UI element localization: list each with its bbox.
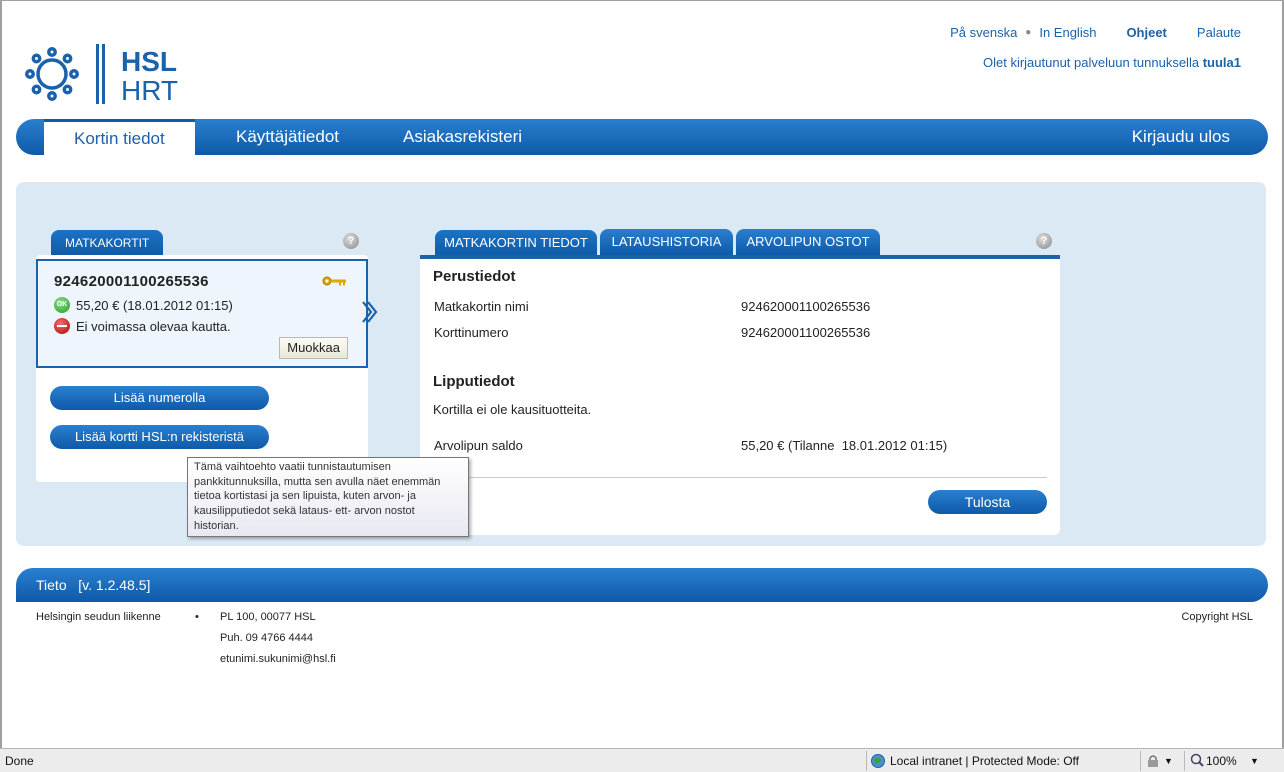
- login-text: Olet kirjautunut palveluun tunnuksella: [982, 55, 1200, 70]
- print-button[interactable]: Tulosta: [928, 490, 1047, 514]
- protected-mode-icon[interactable]: [1146, 754, 1160, 768]
- link-feedback[interactable]: Palaute: [1197, 25, 1241, 40]
- no-entry-icon: [54, 318, 70, 334]
- card-number: 924620001100265536: [54, 273, 209, 290]
- top-links: På svenska ● In English Ohjeet Palaute: [950, 25, 1241, 40]
- basic-info-heading: Perustiedot: [433, 268, 516, 285]
- card-balance-row: OK 55,20 € (18.01.2012 01:15): [54, 297, 233, 313]
- link-help[interactable]: Ohjeet: [1126, 25, 1166, 40]
- hsl-logo: HSL HRT: [20, 44, 190, 108]
- zoom-level[interactable]: 100%: [1206, 754, 1237, 768]
- edit-button[interactable]: Muokkaa: [279, 337, 348, 359]
- footer-copyright: Copyright HSL: [1181, 611, 1253, 623]
- card-number-value: 924620001100265536: [741, 325, 871, 340]
- status-separator: [866, 751, 867, 771]
- tab-load-history[interactable]: LATAUSHISTORIA: [600, 229, 733, 255]
- link-swedish[interactable]: På svenska: [950, 25, 1017, 40]
- footer-org: Helsingin seudun liikenne: [36, 611, 161, 623]
- nav-tab-card-info[interactable]: Kortin tiedot: [44, 119, 195, 155]
- tab-card-details[interactable]: MATKAKORTIN TIEDOT: [435, 230, 597, 257]
- card-name-label: Matkakortin nimi: [434, 299, 529, 314]
- add-by-number-button[interactable]: Lisää numerolla: [50, 386, 269, 410]
- ticket-info-heading: Lipputiedot: [433, 373, 515, 390]
- cards-tab[interactable]: MATKAKORTIT: [51, 230, 164, 256]
- nav-tab-user-info[interactable]: Käyttäjätiedot: [236, 119, 339, 155]
- no-season-text: Kortilla ei ole kausituotteita.: [433, 402, 592, 417]
- browser-status-bar: Done Local intranet | Protected Mode: Of…: [0, 748, 1284, 772]
- divider: [433, 477, 1047, 478]
- link-english[interactable]: In English: [1039, 25, 1096, 40]
- add-from-registry-button[interactable]: Lisää kortti HSL:n rekisteristä: [50, 425, 269, 449]
- intranet-globe-icon: [871, 754, 885, 768]
- security-zone[interactable]: Local intranet | Protected Mode: Off: [890, 754, 1079, 768]
- value-balance-label: Arvolipun saldo: [434, 438, 523, 453]
- link-separator: ●: [1025, 27, 1032, 38]
- footer-bullet: •: [195, 611, 199, 623]
- footer-phone: Puh. 09 4766 4444: [220, 632, 313, 644]
- zoom-dropdown-icon[interactable]: ▼: [1250, 756, 1259, 766]
- key-icon: [322, 276, 346, 286]
- cards-help-icon[interactable]: ?: [343, 233, 359, 249]
- ok-status-icon: OK: [54, 297, 70, 313]
- status-text: Done: [5, 754, 34, 768]
- footer-email[interactable]: etunimi.sukunimi@hsl.fi: [220, 653, 336, 665]
- value-balance-value: 55,20 € (Tilanne 18.01.2012 01:15): [741, 438, 948, 453]
- logo-text-hsl: HSL: [121, 46, 177, 77]
- footer-bar: Tieto [v. 1.2.48.5]: [16, 568, 1268, 602]
- card-season-status: Ei voimassa olevaa kautta.: [76, 318, 231, 334]
- dropdown-arrow-icon[interactable]: ▼: [1164, 756, 1173, 766]
- details-help-icon[interactable]: ?: [1036, 233, 1052, 249]
- footer-address: PL 100, 00077 HSL: [220, 611, 316, 623]
- username: tuula1: [1202, 55, 1241, 70]
- tab-value-purchases[interactable]: ARVOLIPUN OSTOT: [736, 229, 880, 255]
- card-season-row: Ei voimassa olevaa kautta.: [54, 318, 231, 334]
- login-status: Olet kirjautunut palveluun tunnuksella t…: [983, 55, 1241, 70]
- main-nav: Kortin tiedot Käyttäjätiedot Asiakasreki…: [16, 119, 1268, 155]
- nav-tab-customer-registry[interactable]: Asiakasrekisteri: [403, 119, 522, 155]
- card-number-label: Korttinumero: [434, 325, 509, 340]
- logout-link[interactable]: Kirjaudu ulos: [1132, 119, 1230, 155]
- logo-text-hrt: HRT: [121, 75, 178, 106]
- status-separator: [1140, 751, 1141, 771]
- registry-tooltip: Tämä vaihtoehto vaatii tunnistautumisen …: [187, 457, 469, 537]
- travel-card-item[interactable]: 924620001100265536 OK 55,20 € (18.01.201…: [36, 259, 368, 368]
- zoom-icon: [1190, 753, 1204, 767]
- card-name-value: 924620001100265536: [741, 299, 871, 314]
- card-balance: 55,20 € (18.01.2012 01:15): [76, 297, 233, 313]
- chevron-right-icon: [362, 301, 378, 323]
- status-separator: [1184, 751, 1185, 771]
